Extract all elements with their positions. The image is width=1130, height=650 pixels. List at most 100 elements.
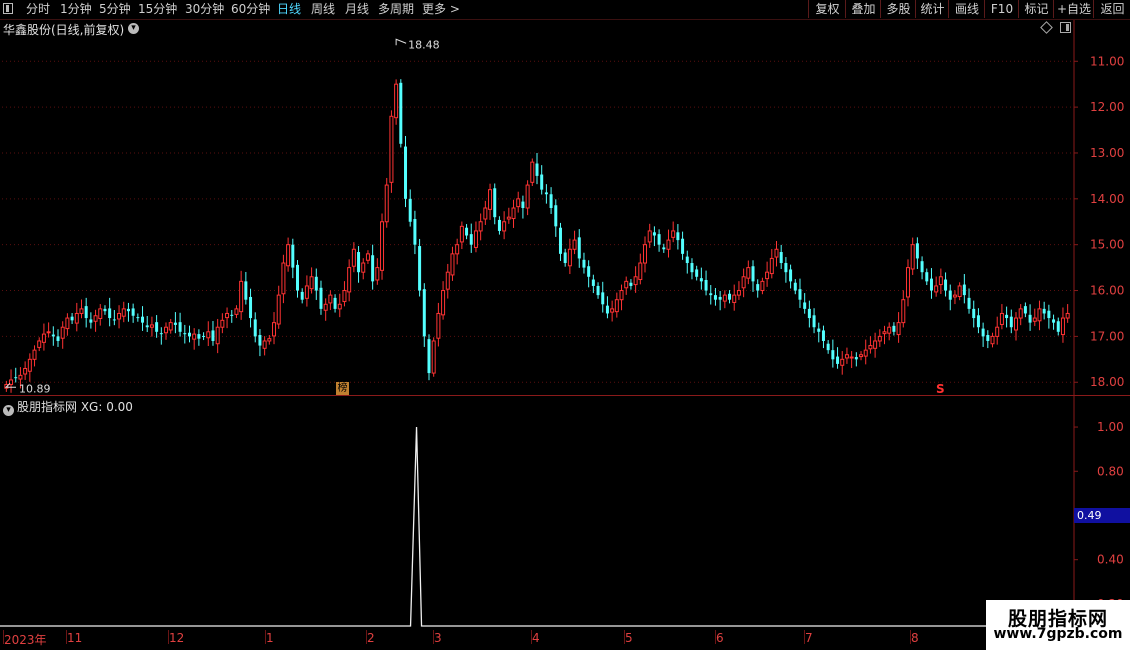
- candle-body: [995, 326, 1000, 337]
- candle-body: [718, 296, 722, 300]
- tab-fenshi[interactable]: 分时: [26, 1, 50, 18]
- candle-body: [873, 340, 878, 349]
- candle-body: [934, 285, 939, 293]
- tab-60min[interactable]: 60分钟: [231, 1, 270, 18]
- candle-body: [291, 244, 295, 268]
- adjust-button[interactable]: 复权: [808, 0, 846, 18]
- candle-body: [230, 314, 234, 316]
- date-label: 4: [532, 631, 540, 645]
- candle-body: [582, 259, 586, 268]
- candle-body: [863, 349, 868, 357]
- candle-body: [1028, 314, 1032, 323]
- candle-body: [999, 312, 1004, 325]
- stats-button[interactable]: 统计: [915, 0, 949, 18]
- overlay-button[interactable]: 叠加: [845, 0, 881, 18]
- multi-stock-button[interactable]: 多股: [880, 0, 916, 18]
- tab-30min[interactable]: 30分钟: [185, 1, 224, 18]
- candle-body: [944, 279, 948, 291]
- candle-body: [455, 244, 460, 255]
- tab-5min[interactable]: 5分钟: [99, 1, 131, 18]
- candle-body: [473, 230, 478, 248]
- candle-body: [681, 238, 685, 254]
- candle-body: [741, 276, 746, 289]
- ranking-marker[interactable]: 榜: [336, 382, 349, 395]
- candle-body: [877, 335, 882, 342]
- candle-body: [497, 219, 501, 231]
- tab-more[interactable]: 更多 >: [422, 1, 460, 18]
- candle-body: [506, 216, 511, 220]
- candle-body: [450, 253, 455, 276]
- candle-body: [296, 264, 300, 291]
- candle-body: [319, 287, 323, 309]
- candle-body: [389, 115, 394, 183]
- candle-body: [281, 262, 286, 295]
- candle-body: [629, 282, 633, 286]
- candle-body: [342, 290, 347, 303]
- max-price-label: 18.48: [408, 38, 440, 51]
- candle-body: [859, 354, 864, 358]
- candle-body: [427, 339, 431, 374]
- candle-body: [1023, 306, 1027, 314]
- tab-1min[interactable]: 1分钟: [60, 1, 92, 18]
- add-watchlist-button[interactable]: +自选: [1053, 0, 1094, 18]
- tab-15min[interactable]: 15分钟: [138, 1, 177, 18]
- candle-body: [596, 285, 600, 296]
- candle-body: [239, 280, 244, 313]
- candle-body: [901, 299, 906, 324]
- candle-body: [925, 272, 929, 282]
- signal-s-marker[interactable]: S: [936, 382, 945, 396]
- tab-weekly[interactable]: 周线: [311, 1, 335, 18]
- draw-line-button[interactable]: 画线: [948, 0, 985, 18]
- chevron-down-icon[interactable]: ▾: [3, 405, 14, 416]
- candle-body: [844, 354, 849, 359]
- candle-body: [469, 234, 473, 245]
- candle-body: [676, 232, 680, 241]
- indicator-tick-label: 0.80: [1097, 464, 1124, 478]
- candle-body: [502, 221, 507, 232]
- indicator-chart[interactable]: 1.000.800.600.400.20: [0, 396, 1130, 630]
- candle-body: [803, 302, 807, 309]
- menu-icon[interactable]: [3, 3, 13, 14]
- candle-body: [93, 315, 98, 322]
- candle-body: [56, 336, 60, 341]
- candle-body: [704, 279, 708, 291]
- candle-body: [18, 374, 23, 380]
- candle-body: [699, 278, 703, 282]
- candle-body: [892, 325, 896, 332]
- tab-monthly[interactable]: 月线: [345, 1, 369, 18]
- candle-body: [117, 312, 122, 320]
- panel-toggle-icon[interactable]: [1060, 22, 1071, 33]
- candle-body: [465, 227, 469, 236]
- candle-body: [206, 331, 211, 339]
- tab-daily[interactable]: 日线: [277, 1, 301, 18]
- candle-body: [530, 161, 535, 183]
- chevron-down-icon[interactable]: ▾: [128, 23, 139, 34]
- candle-body: [220, 319, 225, 328]
- candle-body: [493, 188, 497, 218]
- price-chart[interactable]: 18.00 17.00 16.00 15.00 14.00 13.00 12.00 11.00…: [0, 20, 1130, 396]
- candle-body: [309, 276, 314, 290]
- candle-body: [572, 239, 577, 250]
- date-label: 6: [716, 631, 724, 645]
- candle-body: [159, 333, 163, 335]
- candle-body: [577, 237, 581, 259]
- candle-body: [896, 322, 901, 336]
- candle-body: [849, 356, 854, 359]
- candle-body: [333, 297, 337, 309]
- candle-body: [972, 308, 976, 319]
- candle-body: [976, 315, 980, 328]
- candle-body: [938, 276, 943, 286]
- candle-body: [234, 308, 239, 315]
- mark-button[interactable]: 标记: [1018, 0, 1054, 18]
- candle-body: [168, 322, 173, 331]
- candle-body: [418, 246, 422, 291]
- candle-body: [262, 340, 267, 349]
- tab-multi-period[interactable]: 多周期: [378, 1, 414, 18]
- candle-body: [337, 303, 342, 310]
- f10-button[interactable]: F10: [984, 0, 1019, 18]
- back-button[interactable]: 返回: [1093, 0, 1130, 18]
- candle-body: [905, 267, 910, 298]
- candle-body: [516, 198, 521, 208]
- candle-body: [164, 326, 169, 334]
- candle-body: [121, 308, 126, 317]
